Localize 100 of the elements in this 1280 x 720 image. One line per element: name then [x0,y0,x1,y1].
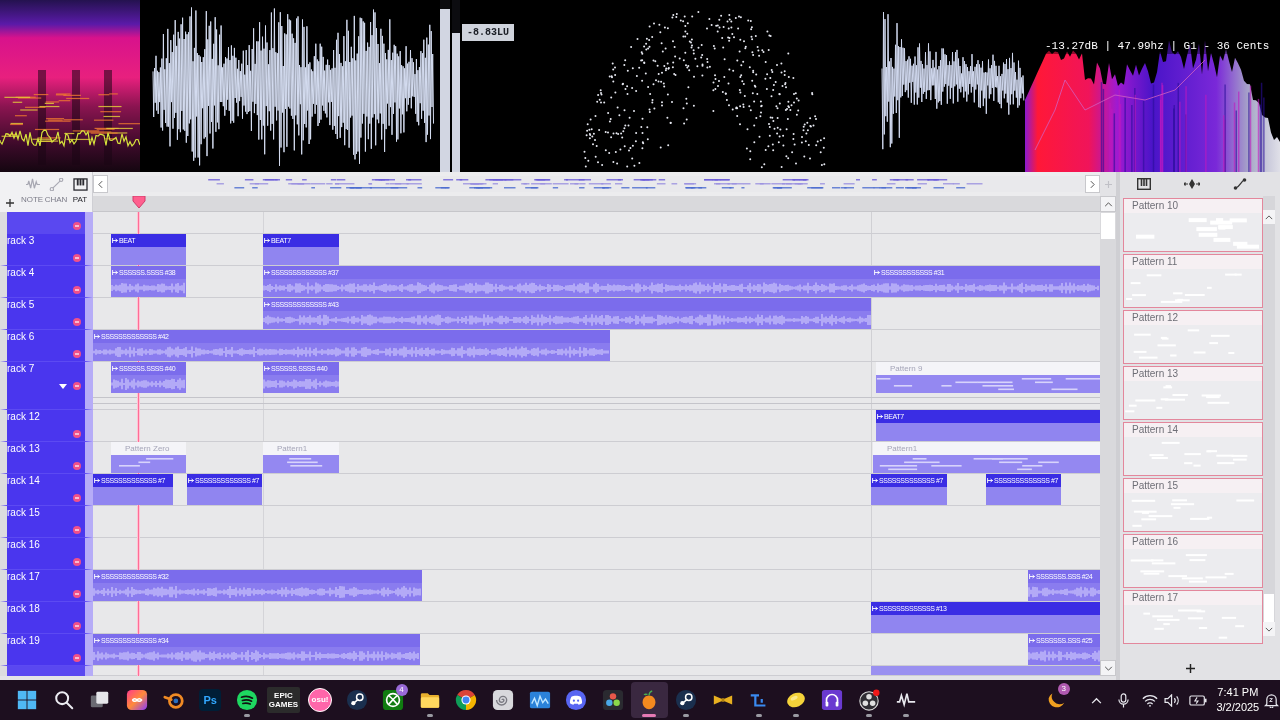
tool-button[interactable]: PAT [68,178,92,204]
toggle-dot-icon[interactable] [73,462,81,470]
plus-icon [1185,663,1195,673]
toggle-dot-icon[interactable] [73,558,81,566]
bar-arrow-icon [987,478,993,483]
scroll-thumb[interactable] [1101,213,1115,239]
four-squares-icon [16,689,39,711]
pattern-item[interactable]: Pattern 17 [1123,590,1263,644]
scroll-up-button[interactable] [1100,196,1116,212]
track-name: rack 15 [7,507,40,519]
track-name: rack 14 [7,475,40,487]
chevron-up-icon [1265,214,1273,220]
bar-arrow-icon [874,270,880,275]
toggle-dot-icon[interactable] [73,350,81,358]
curve-node-icon[interactable] [1233,178,1247,190]
petals-icon [601,689,624,711]
toggle-dot-icon[interactable] [73,494,81,502]
plus-icon [1104,180,1112,188]
pattern-item[interactable]: Pattern 15 [1123,478,1263,532]
caret-down-icon[interactable] [59,383,67,389]
chevron-down-icon [1103,665,1113,671]
bar-arrow-icon [264,366,270,371]
infinity-tile-icon [126,689,149,711]
circle-logo-icon [345,689,368,711]
wifi-icon[interactable] [1141,693,1158,707]
clip[interactable] [871,666,1100,675]
volume-icon[interactable] [1163,693,1181,707]
segmented-circle-icon [455,689,478,711]
diamond-arrows-icon[interactable] [1184,178,1200,190]
pattern-item[interactable]: Pattern 16 [1123,534,1263,588]
bar-arrow-icon [264,270,270,275]
track-name: rack 7 [7,363,35,375]
track-name: rack 4 [7,267,35,279]
scroll-thumb[interactable] [1264,594,1274,622]
add-pattern-button[interactable] [1184,662,1196,674]
tray-app-button[interactable]: 3 [1041,682,1070,718]
track-name: rack 12 [7,411,40,423]
toggle-dot-icon[interactable] [73,222,81,230]
toggle-dot-icon[interactable] [73,654,81,662]
track-name: rack 6 [7,331,35,343]
track-name: rack 18 [7,603,40,615]
bar-arrow-icon [94,478,100,483]
clock-date: 3/2/2025 [1216,700,1260,715]
toggle-dot-icon[interactable] [73,526,81,534]
scroll-left-button[interactable] [93,175,108,193]
track-name: rack 13 [7,443,40,455]
plus-icon [6,199,14,207]
chevron-up-icon[interactable] [1090,696,1102,704]
taskbar-button[interactable]: 4 [374,682,412,718]
microphone-icon[interactable] [1117,692,1129,708]
count-badge: 4 [395,684,408,696]
waveform-icon [24,178,40,191]
bar-arrow-icon [1029,638,1035,643]
spiral-icon [492,689,514,711]
pattern-item[interactable]: Pattern 11 [1123,254,1263,308]
circle-logo-icon [675,689,697,711]
toggle-dot-icon[interactable] [73,622,81,630]
bar-arrow-icon [877,414,883,419]
aperture-icon [857,689,880,711]
app-logo: osu! [308,688,333,712]
count-badge: 3 [1057,683,1070,695]
bar-arrow-icon [94,638,100,643]
bell-icon[interactable] [1263,692,1279,708]
track-name: rack 3 [7,235,35,247]
clock[interactable]: 7:41 PM 3/2/2025 [1213,685,1262,715]
toggle-dot-icon[interactable] [73,254,81,262]
chevron-up-icon [1103,201,1113,207]
bar-arrow-icon [112,366,118,371]
pattern-item[interactable]: Pattern 14 [1123,422,1263,476]
taskbar-button[interactable]: Ps [191,682,229,718]
piano-keys-icon[interactable] [1137,178,1151,190]
toggle-dot-icon[interactable] [73,318,81,326]
tool-button[interactable]: CHAN [44,178,68,204]
scroll-right-button[interactable] [1085,175,1100,193]
toggle-dot-icon[interactable] [73,590,81,598]
scroll-up-button[interactable] [1263,210,1275,224]
track-name: rack 17 [7,571,40,583]
waveform-tile-icon [528,689,551,711]
bar-arrow-icon [264,302,270,307]
track-name: rack 19 [7,635,40,647]
scroll-down-button[interactable] [1263,622,1275,636]
pattern-item[interactable]: Pattern 12 [1123,310,1263,364]
loudness-reading: -8.83LU [462,24,514,41]
pattern-item[interactable]: Pattern 13 [1123,366,1263,420]
sound-waves-icon [235,689,258,711]
taskbar-button[interactable]: osu! [301,682,339,718]
add-button[interactable] [5,198,15,208]
connector-icon [48,178,64,191]
taskbar-button[interactable] [631,682,668,718]
bar-arrow-icon [94,574,100,579]
chevron-left-icon [98,179,103,189]
pattern-item[interactable]: Pattern 10 [1123,198,1263,252]
tool-button[interactable]: NOTE [20,178,44,204]
bar-arrow-icon [112,270,118,275]
toggle-dot-icon[interactable] [73,430,81,438]
pitch-reading: -13.27dB | 47.99hz | G1 - 36 Cents [1043,39,1272,54]
toggle-dot-icon[interactable] [73,382,81,390]
toggle-dot-icon[interactable] [73,286,81,294]
chevron-right-icon [1090,179,1095,189]
battery-icon[interactable] [1188,694,1207,706]
